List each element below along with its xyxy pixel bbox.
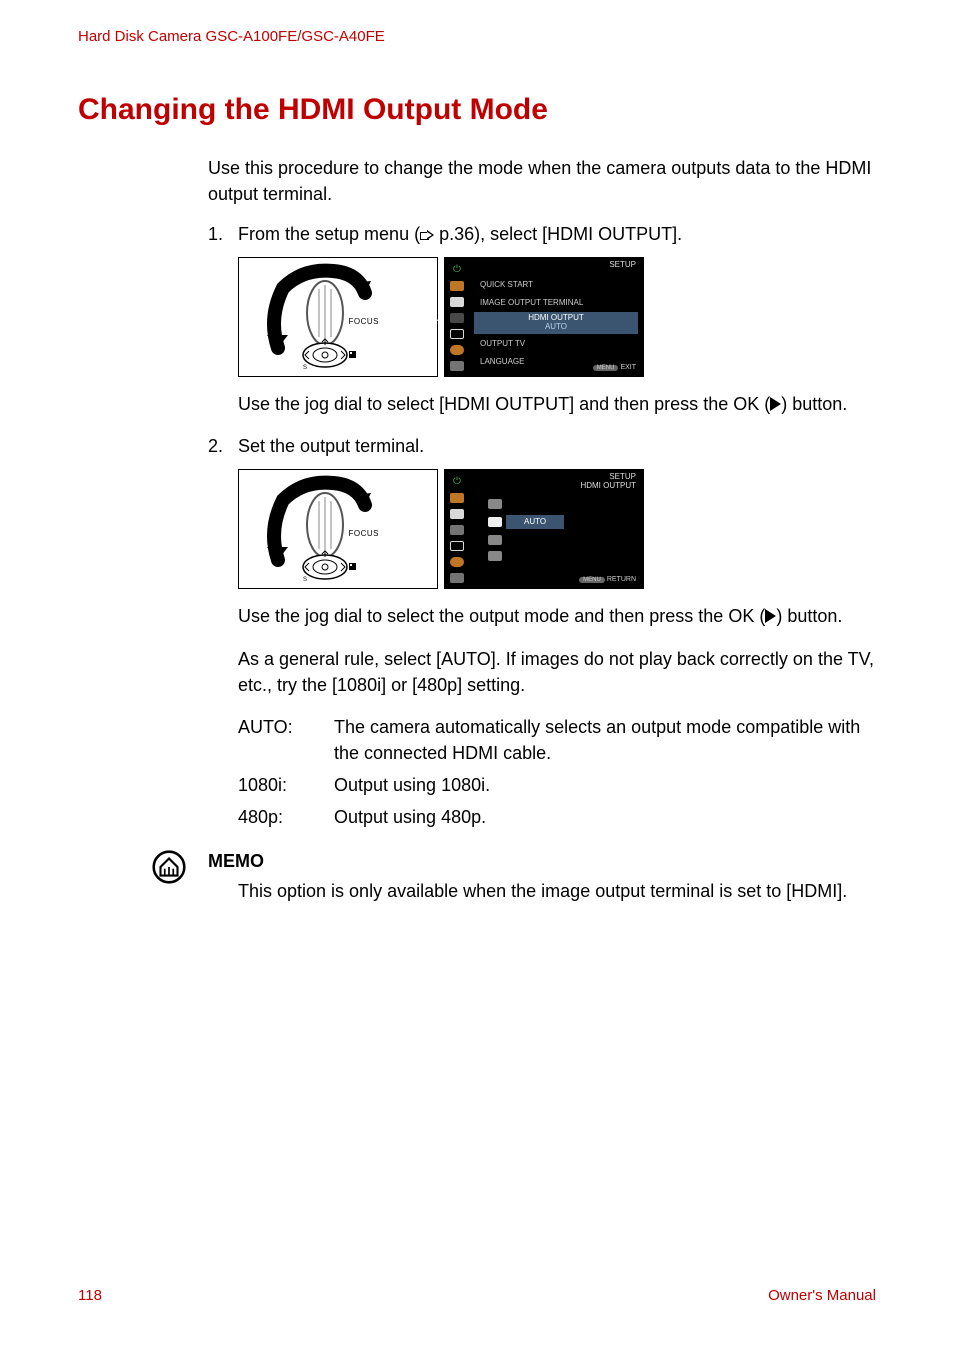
side-icon [450,509,464,519]
power-icon: ⏻ [450,265,464,275]
screen2-option-row [488,499,638,509]
screen-footer: MENUEXIT [593,363,636,373]
screen-header: SETUP [609,261,636,270]
footer-text: RETURN [607,576,636,583]
power-icon: ⏻ [450,477,464,487]
screen-footer: MENURETURN [579,575,636,585]
option-icon [488,535,502,545]
step-2: 2. Set the output terminal. [208,433,876,459]
memo-content: MEMO This option is only available when … [208,848,876,904]
intro-paragraph: Use this procedure to change the mode wh… [208,155,876,207]
option-icon [488,517,502,527]
side-icon [450,345,464,355]
side-icon [450,281,464,291]
memo-block: MEMO This option is only available when … [78,848,876,904]
side-icon [450,297,464,307]
def-desc: The camera automatically selects an outp… [334,714,876,766]
step1-after: Use the jog dial to select [HDMI OUTPUT]… [238,391,876,417]
side-icon [450,493,464,503]
def-term: 1080i: [238,772,334,798]
menu-item-highlighted: HDMI OUTPUT AUTO [474,312,638,334]
side-icon: ♪ [450,313,464,323]
header-bottom: HDMI OUTPUT [580,482,636,491]
step2-after-a: Use the jog dial to select the output mo… [238,606,765,626]
def-term: AUTO: [238,714,334,766]
jog-dial-icon: S [253,263,423,371]
footer-text: EXIT [620,364,636,371]
option-selected-label: AUTO [506,515,564,529]
footer-label: Owner's Manual [768,1287,876,1304]
side-icon [450,557,464,567]
side-icon [450,573,464,583]
step-text: From the setup menu ( p.36), select [HDM… [238,221,876,247]
svg-text:S: S [303,365,307,371]
jog-dial-icon: S [253,475,423,583]
def-desc: Output using 1080i. [334,772,876,798]
definition-list: AUTO: The camera automatically selects a… [238,714,876,830]
dial-focus-label: FOCUS [349,316,380,328]
menu-item: OUTPUT TV [474,336,638,352]
side-icon [450,525,464,535]
def-row: 1080i: Output using 1080i. [238,772,876,798]
menu-pill: MENU [579,577,605,583]
step2-after: Use the jog dial to select the output mo… [238,603,876,629]
memo-icon-column [152,848,208,904]
menu-item: IMAGE OUTPUT TERMINAL [474,295,638,311]
screen-side-icons: ⏻ ♪ [450,265,464,371]
step-number: 1. [208,221,238,247]
page-title: Changing the HDMI Output Mode [78,93,876,127]
menu-item: QUICK START [474,277,638,293]
step1-after-b: ) button. [781,394,847,414]
side-icon [450,541,464,551]
memo-title: MEMO [208,848,876,874]
play-icon [765,609,776,623]
step1-text-b: p.36), select [HDMI OUTPUT]. [434,224,682,244]
play-icon [770,397,781,411]
jog-dial-figure: S FOCUS [238,469,438,589]
setup-screen-2: ⏻ SETUP HDMI OUTPUT AUTO [444,469,644,589]
def-row: 480p: Output using 480p. [238,804,876,830]
step2-rule: As a general rule, select [AUTO]. If ima… [238,646,876,698]
screen-header: SETUP HDMI OUTPUT [580,473,636,491]
def-desc: Output using 480p. [334,804,876,830]
screen2-option-row [488,551,638,561]
figure-step1: S FOCUS ⏻ ♪ SETUP QUICK START IMAGE OUTP… [238,257,876,377]
svg-text:S: S [303,577,307,583]
body-content: Use this procedure to change the mode wh… [208,155,876,830]
reference-arrow-icon [420,230,434,240]
step1-text-a: From the setup menu ( [238,224,420,244]
figure-step2: S FOCUS ⏻ SETUP HDMI OUTPUT [238,469,876,589]
doc-header: Hard Disk Camera GSC-A100FE/GSC-A40FE [78,28,876,45]
step-text: Set the output terminal. [238,433,876,459]
dial-focus-label: FOCUS [349,528,380,540]
highlight-bottom: AUTO [476,323,636,332]
screen2-option-row-selected: AUTO [488,515,638,529]
step-1: 1. From the setup menu ( p.36), select [… [208,221,876,247]
menu-pill: MENU [593,365,619,371]
step2-after-b: ) button. [776,606,842,626]
step1-after-a: Use the jog dial to select [HDMI OUTPUT]… [238,394,770,414]
screen-side-icons: ⏻ [450,477,464,583]
setup-screen-1: ⏻ ♪ SETUP QUICK START IMAGE OUTPUT TERMI… [444,257,644,377]
page-footer: 118 Owner's Manual [78,1287,876,1304]
step-number: 2. [208,433,238,459]
side-icon [450,329,464,339]
screen2-option-row [488,535,638,545]
def-row: AUTO: The camera automatically selects a… [238,714,876,766]
option-icon [488,551,502,561]
memo-text: This option is only available when the i… [238,878,876,904]
side-icon [450,361,464,371]
def-term: 480p: [238,804,334,830]
memo-house-icon [152,850,186,884]
jog-dial-figure: S FOCUS [238,257,438,377]
option-icon [488,499,502,509]
page-number: 118 [78,1287,102,1304]
